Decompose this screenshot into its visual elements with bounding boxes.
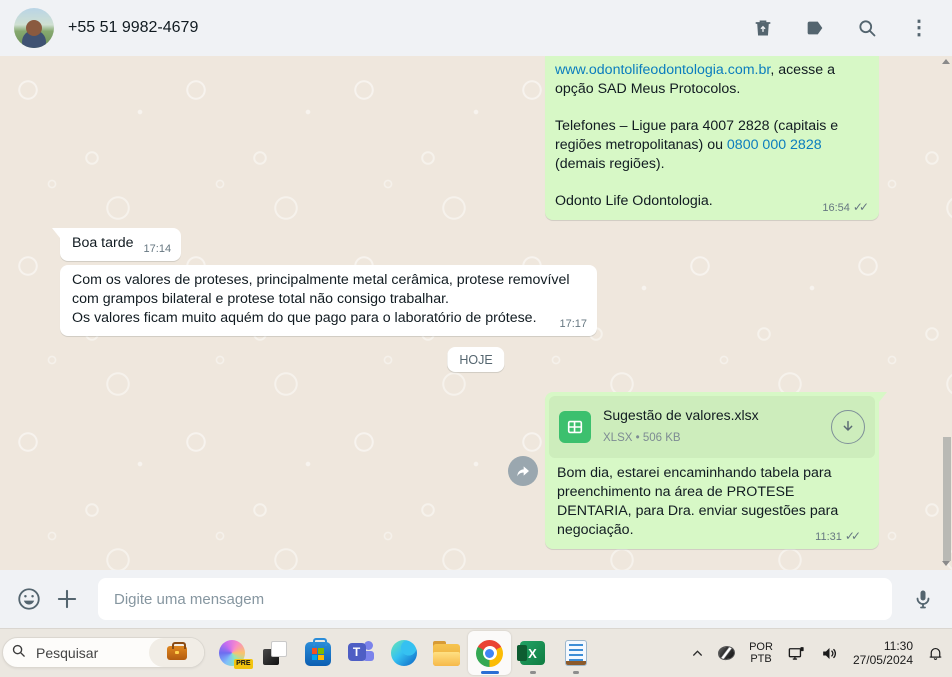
scrollbar-up-arrow[interactable] (942, 59, 950, 64)
tray-chevron-up-icon[interactable] (691, 647, 704, 660)
message-paragraph: www.odontolifeodontologia.com.br, acesse… (555, 61, 869, 99)
forward-button[interactable] (508, 456, 538, 486)
running-app-indicator (573, 671, 579, 674)
taskbar-edge[interactable] (382, 631, 425, 675)
phone-link[interactable]: 0800 000 2828 (727, 137, 822, 153)
website-link[interactable]: www.odontolifeodontologia.com.br (555, 62, 770, 78)
taskbar-app-icons: PRE T (210, 629, 597, 677)
menu-kebab-icon[interactable]: ⋮ (908, 17, 930, 39)
taskbar-search[interactable]: Pesquisar (2, 637, 205, 668)
timestamp: 11:31 (815, 531, 842, 543)
message-incoming-short: Boa tarde 17:14 (60, 228, 181, 261)
taskbar-excel[interactable]: X (511, 631, 554, 675)
file-info: Sugestão de valores.xlsx XLSX • 506 KB (603, 406, 831, 448)
clock-date[interactable]: 11:3027/05/2024 (853, 639, 913, 667)
taskbar-file-explorer[interactable] (425, 631, 468, 675)
system-tray: PORPTB 11:3027/05/2024 (691, 629, 948, 677)
running-app-indicator (530, 671, 536, 674)
clock-date-text: 27/05/2024 (853, 653, 913, 667)
scrollbar-down-arrow[interactable] (942, 561, 950, 566)
file-size-label: XLSX • 506 KB (603, 429, 831, 448)
taskbar-notepad[interactable] (554, 631, 597, 675)
store-icon (305, 642, 331, 666)
message-meta: 11:31✓✓ (815, 527, 861, 547)
language-indicator[interactable]: PORPTB (749, 641, 773, 665)
briefcase-icon (167, 646, 187, 660)
message-text: Boa tarde (72, 235, 134, 251)
timestamp: 17:14 (144, 243, 172, 255)
file-name: Sugestão de valores.xlsx (603, 406, 831, 425)
contact-avatar[interactable] (14, 8, 54, 48)
copilot-icon: PRE (219, 640, 245, 666)
spreadsheet-file-icon (559, 411, 591, 443)
chat-header: +55 51 9982-4679 ⋮ (0, 0, 952, 56)
taskbar-task-view[interactable] (253, 631, 296, 675)
search-icon (11, 643, 26, 663)
header-actions: ⋮ (752, 17, 930, 39)
emoji-icon[interactable] (14, 584, 44, 614)
message-text: Os valores ficam muito aquém do que pago… (72, 309, 587, 328)
excel-icon: X (520, 641, 545, 665)
search-icon[interactable] (856, 17, 878, 39)
active-app-indicator (481, 671, 499, 674)
whatsapp-window: +55 51 9982-4679 ⋮ (0, 0, 952, 677)
notepad-icon (565, 640, 587, 666)
message-text: (demais regiões). (555, 156, 665, 172)
message-meta: 16:54✓✓ (822, 198, 869, 218)
message-meta: 17:14 (144, 240, 172, 259)
edge-icon (391, 640, 417, 666)
message-text: Bom dia, estarei encaminhando tabela par… (557, 465, 838, 538)
message-input[interactable] (98, 578, 892, 620)
preview-badge: PRE (234, 659, 252, 669)
search-placeholder-text: Pesquisar (36, 645, 149, 661)
message-text: Odonto Life Odontologia. (555, 193, 713, 209)
teams-icon: T (348, 641, 374, 665)
network-icon[interactable] (787, 644, 806, 663)
message-meta: 17:17 (559, 315, 587, 334)
download-button[interactable] (831, 410, 865, 444)
taskbar-teams[interactable]: T (339, 631, 382, 675)
chat-scroll-area[interactable]: www.odontolifeodontologia.com.br, acesse… (0, 56, 952, 570)
taskbar-chrome-active[interactable] (468, 631, 511, 675)
message-paragraph: Odonto Life Odontologia. 16:54✓✓ (555, 192, 869, 211)
message-outgoing-info: www.odontolifeodontologia.com.br, acesse… (545, 56, 879, 220)
timestamp: 17:17 (559, 318, 587, 330)
date-divider: HOJE (447, 347, 504, 372)
task-view-icon (263, 641, 287, 665)
message-outgoing-attachment: Sugestão de valores.xlsx XLSX • 506 KB B… (545, 392, 879, 549)
label-icon[interactable] (804, 17, 826, 39)
search-highlight-chip[interactable] (149, 638, 204, 667)
folder-icon (433, 644, 460, 666)
scrollbar-thumb[interactable] (943, 437, 951, 561)
delivered-double-check-icon: ✓✓ (845, 529, 861, 543)
contact-phone-title[interactable]: +55 51 9982-4679 (68, 19, 752, 37)
delivered-double-check-icon: ✓✓ (853, 200, 869, 214)
volume-icon[interactable] (820, 644, 839, 663)
tray-status-icon[interactable] (718, 646, 735, 660)
timestamp: 16:54 (822, 202, 850, 214)
message-text: Com os valores de proteses, principalmen… (72, 271, 587, 309)
delete-chat-icon[interactable] (752, 17, 774, 39)
notifications-bell-icon[interactable] (927, 645, 944, 662)
bubble-tail (52, 228, 60, 238)
message-incoming-long: Com os valores de proteses, principalmen… (60, 265, 597, 336)
message-composer (0, 570, 952, 628)
bubble-tail (879, 392, 887, 402)
clock-time: 11:30 (884, 639, 913, 653)
message-paragraph: Telefones – Ligue para 4007 2828 (capita… (555, 117, 869, 174)
microphone-icon[interactable] (908, 584, 938, 614)
file-attachment[interactable]: Sugestão de valores.xlsx XLSX • 506 KB (549, 396, 875, 458)
chrome-icon (476, 640, 503, 667)
attach-plus-icon[interactable] (52, 584, 82, 614)
message-caption: Bom dia, estarei encaminhando tabela par… (549, 458, 875, 540)
taskbar-copilot[interactable]: PRE (210, 631, 253, 675)
windows-taskbar: Pesquisar PRE T (0, 628, 952, 677)
taskbar-microsoft-store[interactable] (296, 631, 339, 675)
